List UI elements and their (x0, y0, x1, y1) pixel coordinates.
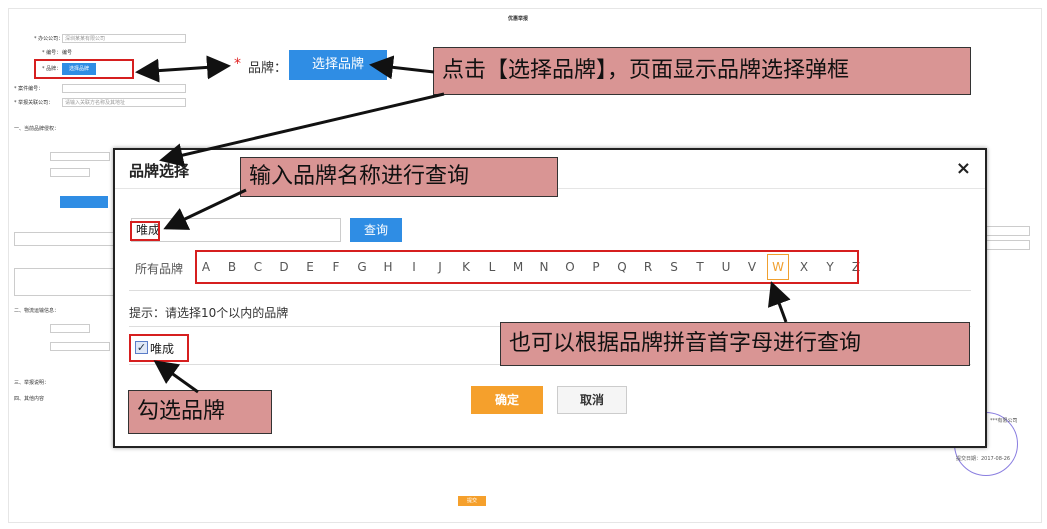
case-label: * 案件编号： (14, 86, 44, 92)
callout-search: 输入品牌名称进行查询 (240, 157, 558, 197)
bg-field-d[interactable] (50, 324, 90, 333)
stamp-line: ***有限公司 (990, 418, 1018, 424)
bg-field-c[interactable] (14, 232, 114, 246)
letter-index-highlight (195, 250, 859, 284)
callout-check: 勾选品牌 (128, 390, 272, 434)
brand-mini-highlight (34, 59, 134, 79)
bg-submit-button[interactable]: 提交 (458, 496, 486, 506)
case-input[interactable] (62, 84, 186, 93)
bg-field-right1[interactable] (986, 226, 1030, 236)
hint-text: 提示：请选择10个以内的品牌 (129, 306, 289, 320)
section-4: 四、其他内容 (14, 396, 45, 402)
close-icon[interactable]: × (956, 158, 971, 179)
company-label: * 办公公司： (34, 36, 64, 42)
callout-pinyin: 也可以根据品牌拼音首字母进行查询 (500, 322, 970, 366)
callout-open-dialog: 点击【选择品牌】，页面显示品牌选择弹框 (433, 47, 971, 95)
section-2: 二、物流运输信息： (14, 308, 60, 314)
bg-textarea[interactable] (14, 268, 114, 296)
id-value: 编号 (62, 50, 73, 56)
bg-field-right2[interactable] (986, 240, 1030, 250)
company-input[interactable]: 深圳某某有限公司 (62, 34, 186, 43)
brand-search-input[interactable]: 唯成 (131, 218, 341, 242)
search-button[interactable]: 查询 (350, 218, 402, 242)
section-3: 三、举报说明： (14, 380, 50, 386)
id-label: * 编号： (42, 50, 62, 56)
search-input-highlight (130, 221, 160, 241)
bg-field-a[interactable] (50, 152, 110, 161)
select-brand-button[interactable]: 选择品牌 (289, 50, 387, 80)
brand-option-highlight (129, 334, 189, 362)
related-label: * 举报关联公司： (14, 100, 54, 106)
bg-field-b[interactable] (50, 168, 90, 177)
bg-company-button[interactable] (60, 196, 108, 208)
stamp-date: 提交日期：2017-08-26 (956, 456, 1011, 462)
bg-field-e[interactable] (50, 342, 110, 351)
section-1: 一、当前品牌侵权： (14, 126, 60, 132)
dialog-title: 品牌选择 (129, 162, 190, 180)
confirm-button[interactable]: 确定 (471, 386, 543, 414)
required-star: * (234, 56, 241, 72)
all-brands-label: 所有品牌 (135, 262, 184, 276)
cancel-button[interactable]: 取消 (557, 386, 627, 414)
page-title: 优惠举报 (508, 16, 529, 22)
brand-field-label: 品牌： (248, 61, 288, 76)
dialog-divider (129, 290, 971, 291)
related-input[interactable]: 请输入关联方名称及其地址 (62, 98, 186, 107)
